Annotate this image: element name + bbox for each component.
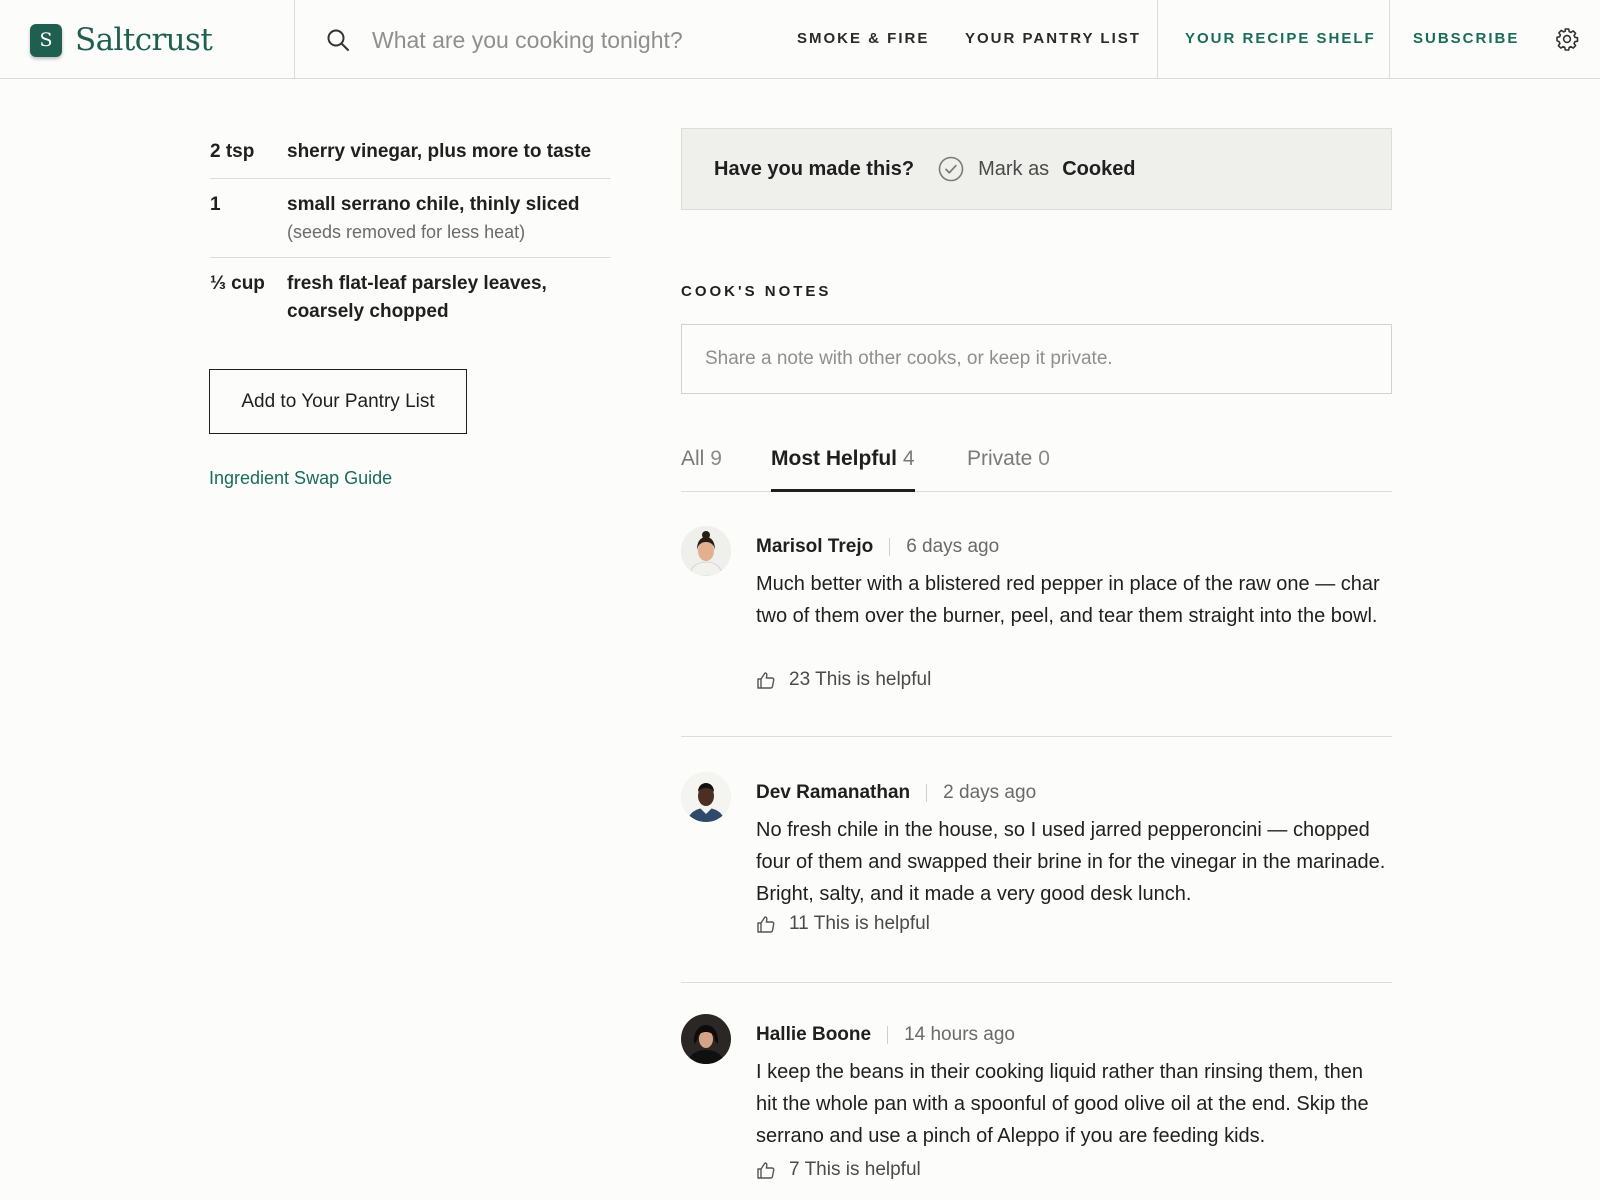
comment-item: Hallie Boone 14 hours ago I keep the bea…: [681, 1014, 1392, 1200]
tab-most-helpful[interactable]: Most Helpful 4: [771, 438, 915, 492]
thumbs-up-icon: [757, 916, 775, 933]
comment-time: 14 hours ago: [904, 1024, 1015, 1045]
ingredient-quantity: 1: [210, 194, 221, 215]
made-this-question: Have you made this?: [714, 157, 915, 180]
ingredient-quantity: 2 tsp: [210, 141, 255, 162]
ingredient-quantity: ⅓ cup: [210, 273, 265, 294]
tab-label: Private: [967, 447, 1033, 470]
tab-count: 4: [902, 447, 915, 470]
nav-your-pantry-list[interactable]: YOUR PANTRY LIST: [965, 30, 1141, 47]
comment-body: No fresh chile in the house, so I used j…: [756, 819, 1386, 905]
nav-smoke-and-fire[interactable]: SMOKE & FIRE: [797, 30, 929, 47]
nav-subscribe[interactable]: SUBSCRIBE: [1413, 30, 1519, 47]
cooks-note-input[interactable]: [681, 324, 1392, 394]
comment-body: I keep the beans in their cooking liquid…: [756, 1061, 1369, 1147]
tab-label: All: [681, 447, 705, 470]
comment-divider: [887, 1026, 889, 1044]
helpful-label: This is helpful: [813, 913, 930, 934]
comment-body: Much better with a blistered red pepper …: [756, 573, 1380, 627]
notes-tabs: All 9 Most Helpful 4 Private 0: [681, 438, 1392, 492]
comment-time: 6 days ago: [906, 536, 1000, 557]
ingredient-row: 2 tsp sherry vinegar, plus more to taste: [210, 138, 611, 179]
site-header: S Saltcrust SMOKE & FIRE YOUR PANTRY LIS…: [0, 0, 1600, 79]
mark-as-cooked-button[interactable]: Mark as Cooked: [938, 156, 1136, 182]
helpful-button[interactable]: 11 This is helpful: [756, 913, 930, 935]
comment-time: 2 days ago: [943, 782, 1037, 803]
helpful-button[interactable]: 7 This is helpful: [756, 1159, 921, 1181]
ingredient-name: small serrano chile, thinly sliced: [287, 194, 580, 215]
mark-as-label: Mark as: [978, 157, 1050, 180]
helpful-label: This is helpful: [804, 1159, 921, 1180]
gear-icon[interactable]: [1555, 27, 1579, 51]
add-to-pantry-button[interactable]: Add to Your Pantry List: [209, 369, 467, 434]
comment-divider: [926, 784, 928, 802]
comment-divider: [889, 538, 891, 556]
ingredient-name: sherry vinegar, plus more to taste: [287, 141, 592, 162]
avatar: [681, 772, 731, 822]
avatar: [681, 526, 731, 576]
ingredient-row: 1 small serrano chile, thinly sliced (se…: [210, 191, 611, 258]
ingredient-row: ⅓ cup fresh flat-leaf parsley leaves, co…: [210, 270, 611, 338]
thumbs-up-icon: [757, 672, 775, 689]
ingredient-name: fresh flat-leaf parsley leaves, coarsely…: [287, 273, 547, 322]
cooked-label: Cooked: [1062, 157, 1136, 180]
comment-author: Marisol Trejo: [756, 536, 874, 557]
header-divider: [294, 0, 295, 79]
site-logo[interactable]: S Saltcrust: [30, 22, 213, 58]
comment-author: Hallie Boone: [756, 1024, 872, 1045]
search-input[interactable]: [372, 22, 752, 58]
ingredient-list: 2 tsp sherry vinegar, plus more to taste…: [210, 138, 611, 350]
tab-count: 9: [710, 447, 722, 470]
avatar: [681, 1014, 731, 1064]
comment-author: Dev Ramanathan: [756, 782, 911, 803]
ingredient-note: (seeds removed for less heat): [287, 222, 526, 242]
comment-item: Marisol Trejo 6 days ago Much better wit…: [681, 526, 1392, 737]
check-circle-icon: [938, 156, 964, 182]
helpful-count: 11: [789, 913, 809, 934]
header-divider: [1157, 0, 1158, 79]
helpful-button[interactable]: 23 This is helpful: [756, 669, 931, 691]
made-this-panel: Have you made this? Mark as Cooked: [681, 128, 1392, 210]
logo-text: Saltcrust: [75, 22, 213, 58]
tab-all[interactable]: All 9: [681, 438, 722, 492]
tab-private[interactable]: Private 0: [967, 438, 1050, 492]
helpful-count: 7: [789, 1159, 800, 1180]
search-icon[interactable]: [326, 28, 350, 52]
tab-count: 0: [1038, 447, 1050, 470]
tab-label: Most Helpful: [771, 447, 897, 470]
nav-your-recipe-shelf[interactable]: YOUR RECIPE SHELF: [1185, 30, 1376, 47]
logo-badge: S: [30, 23, 62, 57]
header-divider: [1389, 0, 1390, 79]
helpful-count: 23: [789, 669, 811, 690]
comment-item: Dev Ramanathan 2 days ago No fresh chile…: [681, 772, 1392, 983]
cooks-notes-title: COOK'S NOTES: [681, 283, 832, 300]
thumbs-up-icon: [757, 1162, 775, 1179]
helpful-label: This is helpful: [815, 669, 932, 690]
ingredient-swap-guide-link[interactable]: Ingredient Swap Guide: [209, 468, 392, 489]
